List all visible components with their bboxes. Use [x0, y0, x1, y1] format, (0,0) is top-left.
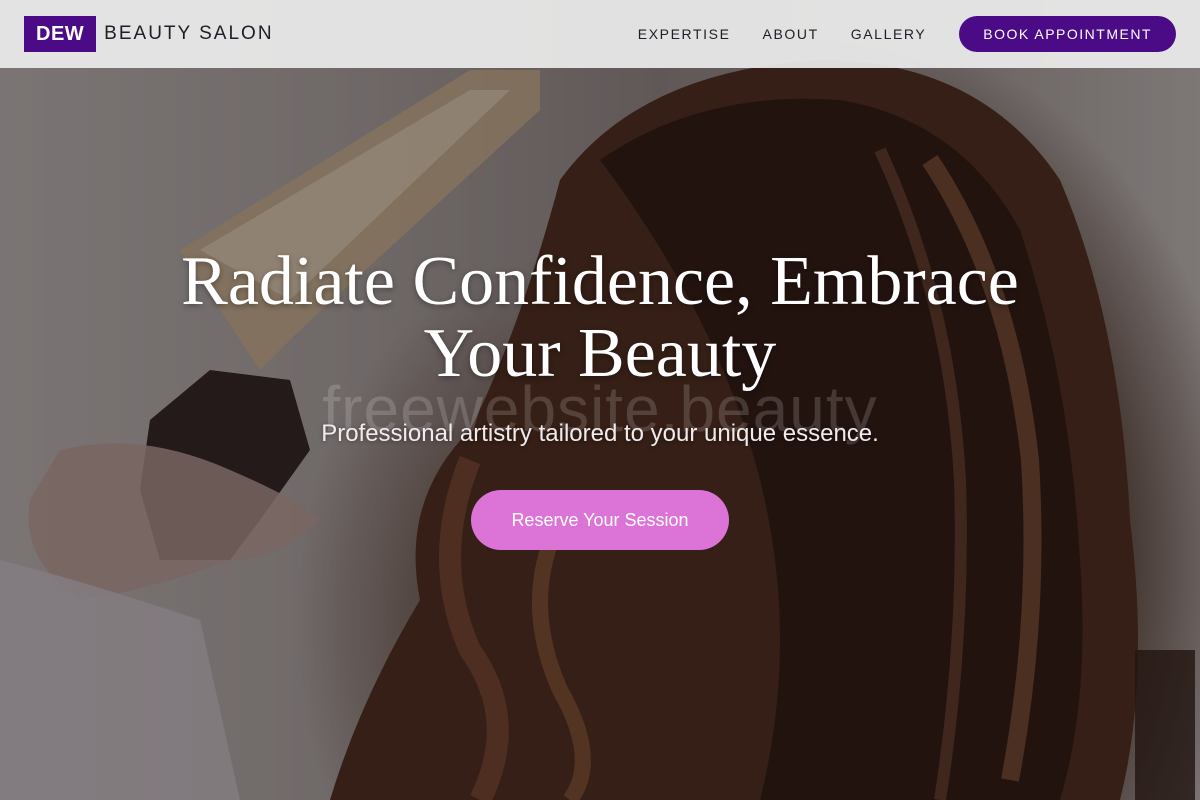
- hero-headline-line2: Your Beauty: [423, 315, 777, 392]
- logo-mark: DEW: [24, 16, 97, 52]
- brand-logo[interactable]: DEW BEAUTY SALON: [24, 16, 274, 52]
- nav-link-expertise[interactable]: EXPERTISE: [638, 26, 731, 42]
- main-nav: EXPERTISE ABOUT GALLERY BOOK APPOINTMENT: [638, 16, 1176, 52]
- book-appointment-button[interactable]: BOOK APPOINTMENT: [959, 16, 1176, 52]
- nav-link-gallery[interactable]: GALLERY: [851, 26, 927, 42]
- reserve-session-button[interactable]: Reserve Your Session: [471, 490, 729, 550]
- hero-subheadline: Professional artistry tailored to your u…: [321, 420, 879, 447]
- site-header: DEW BEAUTY SALON EXPERTISE ABOUT GALLERY…: [0, 0, 1200, 68]
- hero-headline: Radiate Confidence, Embrace Your Beauty: [100, 246, 1100, 390]
- hero-section: freewebsite.beauty Radiate Confidence, E…: [0, 0, 1200, 800]
- hero-headline-line1: Radiate Confidence, Embrace: [181, 243, 1019, 320]
- nav-link-about[interactable]: ABOUT: [763, 26, 819, 42]
- logo-text: BEAUTY SALON: [104, 23, 274, 44]
